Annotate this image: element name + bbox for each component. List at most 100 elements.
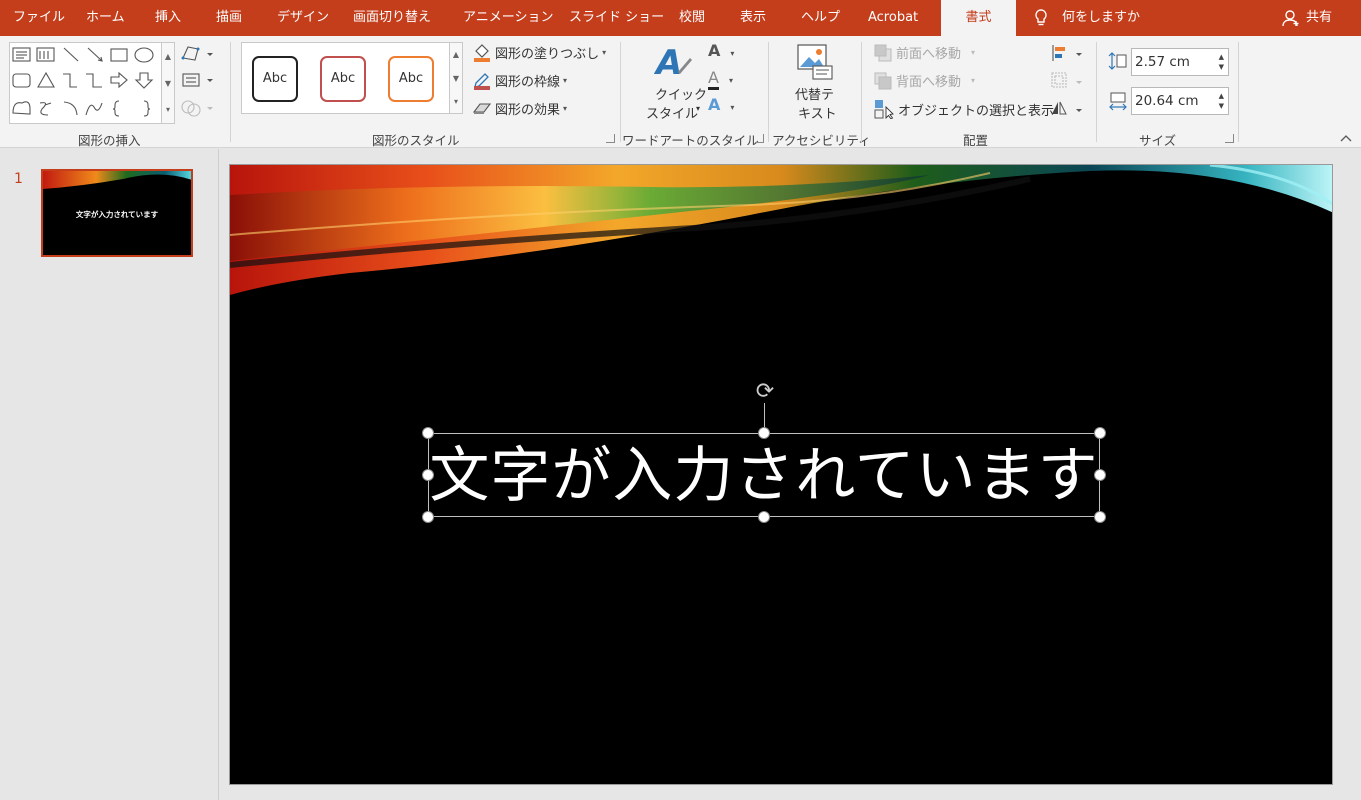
shape-height-icon — [1108, 52, 1127, 70]
text-fill-icon: A — [708, 41, 721, 60]
align-icon[interactable] — [1050, 43, 1090, 121]
size-dialog-launcher[interactable] — [1225, 134, 1234, 143]
slide-title[interactable]: 文字が入力されています — [429, 440, 1099, 512]
paint-bucket-icon — [474, 44, 490, 62]
selection-pane-label: オブジェクトの選択と表示 — [898, 103, 1055, 119]
shape-effects-icon — [472, 103, 492, 114]
tab-acrobat[interactable]: Acrobat — [868, 0, 918, 36]
wordart-a-icon: A — [654, 43, 692, 82]
collapse-ribbon-icon[interactable] — [1340, 134, 1352, 142]
oval-icon — [134, 47, 154, 63]
person-icon — [1282, 10, 1299, 27]
rotate-handle-icon[interactable]: ⟳ — [751, 378, 779, 406]
style-gallery-scroll[interactable]: ▲ ▼ ▾ — [449, 42, 463, 114]
tab-view[interactable]: 表示 — [740, 0, 766, 36]
group-label-insert-shapes: 図形の挿入 — [78, 133, 141, 148]
shape-width-field[interactable]: 20.64 cm ▲ ▼ — [1131, 87, 1229, 115]
tab-insert[interactable]: 挿入 — [155, 0, 181, 36]
shapes-gallery-scroll[interactable]: ▲ ▼ ▾ — [161, 42, 175, 124]
resize-handle-right[interactable] — [1094, 469, 1106, 481]
resize-handle-top-left[interactable] — [422, 427, 434, 439]
shapes-gallery[interactable] — [9, 42, 175, 124]
resize-handle-top[interactable] — [758, 427, 770, 439]
wordart-dialog-launcher[interactable] — [755, 134, 764, 143]
shape-effects-button[interactable]: 図形の効果 ▾ — [472, 98, 567, 118]
lightbulb-icon — [1035, 9, 1047, 26]
ribbon: ▲ ▼ ▾ 図形の挿入 Abc Abc Abc ▲ ▼ ▾ 図形の塗りつぶし ▾ 図形の枠… — [0, 36, 1361, 148]
tab-home[interactable]: ホーム — [86, 0, 125, 36]
rectangle-icon — [110, 48, 128, 62]
selection-pane-icon — [874, 100, 894, 119]
shape-outline-button[interactable]: 図形の枠線 ▾ — [472, 70, 567, 90]
send-backward-label: 背面へ移動 — [896, 75, 962, 90]
shape-height-stepper[interactable]: ▲ ▼ — [1219, 52, 1224, 72]
freeform-icon — [12, 101, 31, 115]
ribbon-tab-bar: ファイル ホーム 挿入 描画 デザイン 画面切り替え アニメーション スライド … — [0, 0, 1361, 36]
slide-canvas[interactable]: ⟳ 文字が入力されています — [229, 164, 1333, 785]
shape-style-red[interactable]: Abc — [320, 56, 366, 102]
title-textbox[interactable]: 文字が入力されています — [428, 433, 1100, 517]
resize-handle-top-right[interactable] — [1094, 427, 1106, 439]
tab-slideshow[interactable]: スライド ショー — [569, 0, 664, 36]
shape-style-orange[interactable]: Abc — [388, 56, 434, 102]
tab-review[interactable]: 校閲 — [679, 0, 705, 36]
shape-style-gallery: Abc Abc Abc — [241, 42, 463, 114]
resize-handle-bottom-right[interactable] — [1094, 511, 1106, 523]
tab-format[interactable]: 書式 — [941, 0, 1016, 36]
bring-forward-button[interactable]: 前面へ移動 ▾ — [874, 43, 975, 62]
group-label-accessibility: アクセシビリティ — [772, 133, 871, 148]
text-outline-button[interactable]: A ▾ — [708, 68, 748, 90]
tell-me-text: 何をしますか — [1062, 10, 1141, 25]
shape-width-icon — [1109, 92, 1127, 111]
slide-thumbnail-1[interactable]: 文字が入力されています — [41, 169, 193, 257]
tab-help[interactable]: ヘルプ — [801, 0, 840, 36]
triangle-icon — [37, 71, 55, 88]
tab-transitions[interactable]: 画面切り替え — [353, 0, 431, 36]
share-label: 共有 — [1306, 10, 1333, 25]
right-brace-icon — [143, 100, 151, 117]
slide-number: 1 — [14, 171, 23, 187]
selection-pane-button[interactable]: オブジェクトの選択と表示 — [874, 99, 1054, 119]
alt-text-label-2: キスト — [798, 107, 837, 122]
shape-fill-button[interactable]: 図形の塗りつぶし ▾ — [472, 42, 606, 62]
quick-styles-label-2: スタイル — [646, 107, 699, 122]
text-fill-button[interactable]: A ▾ — [708, 41, 748, 63]
edit-shape-icon[interactable] — [180, 44, 220, 124]
resize-handle-bottom[interactable] — [758, 511, 770, 523]
shape-width-value: 20.64 cm — [1135, 93, 1199, 109]
tell-me-search[interactable]: 何をしますか — [1034, 0, 1140, 36]
quick-styles-button[interactable]: A クイック スタイル ▾ — [640, 42, 708, 126]
group-label-arrange: 配置 — [963, 133, 989, 148]
shape-styles-dialog-launcher[interactable] — [606, 134, 615, 143]
left-brace-icon — [112, 100, 120, 117]
shape-height-value: 2.57 cm — [1135, 54, 1190, 70]
slide-thumbnail-pane: 1 文字が入力されています — [0, 149, 219, 800]
send-backward-button[interactable]: 背面へ移動 ▾ — [874, 71, 975, 90]
shape-width-stepper[interactable]: ▲ ▼ — [1219, 91, 1224, 111]
tab-animations[interactable]: アニメーション — [463, 0, 553, 36]
alt-text-label-1: 代替テ — [795, 88, 835, 103]
bring-forward-label: 前面へ移動 — [896, 47, 962, 62]
tab-file[interactable]: ファイル — [13, 0, 65, 36]
tab-draw[interactable]: 描画 — [216, 0, 242, 36]
shape-style-black[interactable]: Abc — [252, 56, 298, 102]
share-button[interactable]: 共有 — [1282, 0, 1332, 36]
group-label-shape-styles: 図形のスタイル — [372, 133, 460, 148]
pencil-icon — [474, 73, 490, 90]
thumbnail-title: 文字が入力されています — [75, 210, 159, 219]
shape-height-field[interactable]: 2.57 cm ▲ ▼ — [1131, 48, 1229, 76]
group-label-size: サイズ — [1139, 133, 1177, 148]
group-label-wordart-styles: ワードアートのスタイル — [622, 133, 759, 148]
alt-text-button[interactable]: 代替テ キスト — [780, 42, 852, 126]
svg-text:A: A — [654, 43, 682, 82]
resize-handle-left[interactable] — [422, 469, 434, 481]
tab-design[interactable]: デザイン — [277, 0, 329, 36]
resize-handle-bottom-left[interactable] — [422, 511, 434, 523]
shape-outline-label: 図形の枠線 — [495, 74, 561, 90]
shape-effects-label: 図形の効果 — [495, 102, 561, 118]
text-effects-button[interactable]: A ▾ — [708, 95, 748, 117]
text-outline-icon: A — [708, 68, 719, 90]
rounded-rectangle-icon — [12, 73, 31, 88]
shape-fill-label: 図形の塗りつぶし — [495, 46, 600, 62]
right-arrow-icon — [110, 71, 128, 89]
